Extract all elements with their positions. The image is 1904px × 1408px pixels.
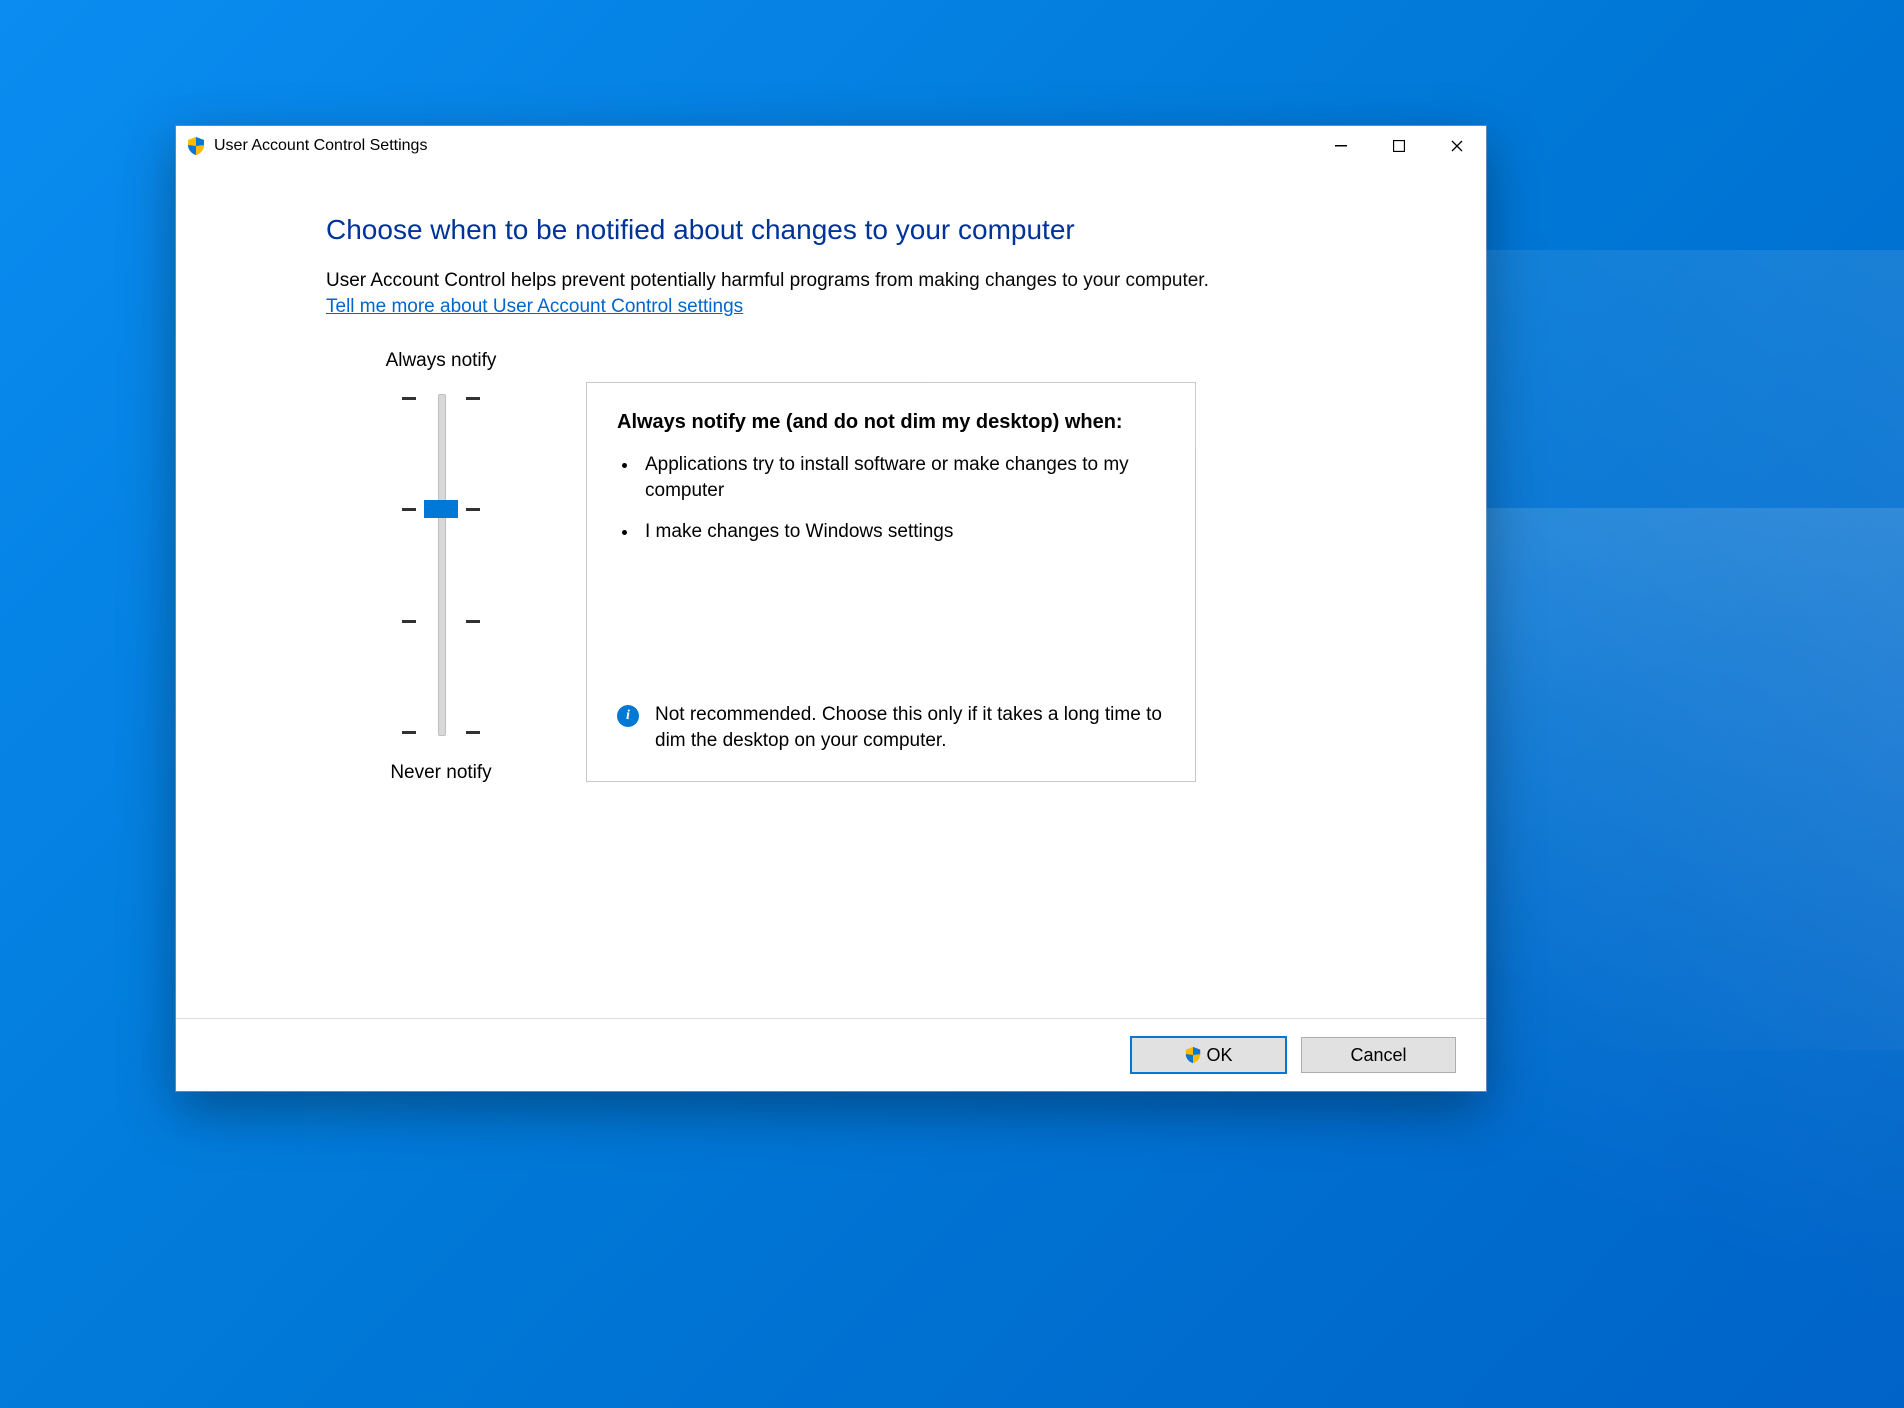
slider-column: Always notify Never notify <box>326 350 556 784</box>
uac-settings-window: User Account Control Settings Choose whe… <box>175 125 1487 1092</box>
info-list-item: Applications try to install software or … <box>639 452 1165 503</box>
notification-slider[interactable] <box>396 390 486 740</box>
info-note: i Not recommended. Choose this only if i… <box>617 702 1165 755</box>
window-controls <box>1312 126 1486 166</box>
slider-tick <box>402 508 416 511</box>
close-button[interactable] <box>1428 126 1486 166</box>
slider-tick <box>402 620 416 623</box>
footer: OK Cancel <box>176 1018 1486 1091</box>
maximize-icon <box>1393 140 1405 152</box>
slider-tick <box>466 397 480 400</box>
info-title: Always notify me (and do not dim my desk… <box>617 411 1165 434</box>
cancel-button[interactable]: Cancel <box>1301 1037 1456 1073</box>
slider-thumb[interactable] <box>424 500 458 518</box>
slider-track <box>438 394 446 736</box>
slider-bottom-label: Never notify <box>326 762 556 784</box>
content-area: Choose when to be notified about changes… <box>176 166 1486 1018</box>
minimize-icon <box>1335 140 1347 152</box>
window-title: User Account Control Settings <box>214 137 427 155</box>
shield-icon <box>186 136 206 156</box>
ok-button[interactable]: OK <box>1130 1036 1287 1074</box>
intro-text: User Account Control helps prevent poten… <box>326 270 1406 292</box>
ok-button-label: OK <box>1206 1045 1232 1066</box>
desktop-background: User Account Control Settings Choose whe… <box>0 0 1904 1408</box>
slider-tick <box>402 397 416 400</box>
info-icon: i <box>617 705 639 727</box>
slider-top-label: Always notify <box>326 350 556 372</box>
cancel-button-label: Cancel <box>1350 1045 1406 1066</box>
shield-icon <box>1184 1046 1202 1064</box>
titlebar: User Account Control Settings <box>176 126 1486 166</box>
slider-tick <box>402 731 416 734</box>
maximize-button[interactable] <box>1370 126 1428 166</box>
slider-tick <box>466 731 480 734</box>
page-heading: Choose when to be notified about changes… <box>326 214 1406 246</box>
info-panel: Always notify me (and do not dim my desk… <box>586 382 1196 782</box>
info-note-text: Not recommended. Choose this only if it … <box>655 702 1165 755</box>
slider-tick <box>466 620 480 623</box>
info-list: Applications try to install software or … <box>639 452 1165 561</box>
learn-more-link[interactable]: Tell me more about User Account Control … <box>326 296 743 318</box>
info-list-item: I make changes to Windows settings <box>639 519 1165 545</box>
slider-tick <box>466 508 480 511</box>
minimize-button[interactable] <box>1312 126 1370 166</box>
body-row: Always notify Never notify Always notify… <box>326 350 1406 784</box>
close-icon <box>1451 140 1463 152</box>
